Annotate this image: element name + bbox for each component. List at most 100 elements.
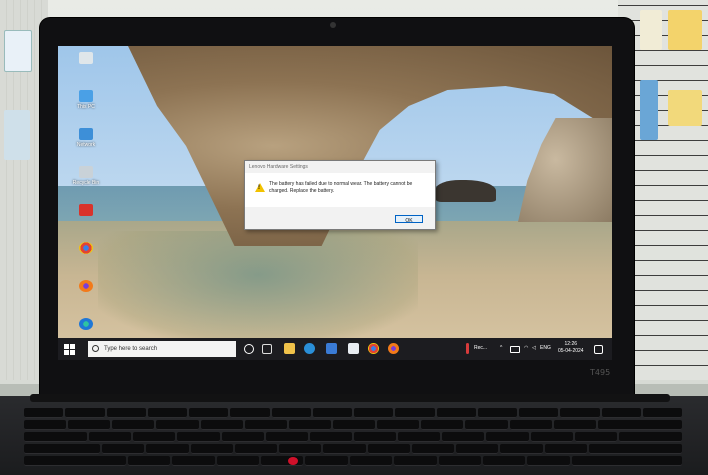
firefox-icon[interactable]	[388, 343, 399, 354]
key[interactable]	[146, 444, 189, 454]
desktop-icon-chrome[interactable]	[66, 242, 106, 276]
key[interactable]	[177, 432, 220, 442]
key[interactable]	[601, 408, 641, 418]
key[interactable]	[560, 408, 600, 418]
key[interactable]	[465, 420, 508, 430]
key[interactable]	[230, 408, 270, 418]
cortana-icon[interactable]	[244, 344, 254, 354]
search-box[interactable]: Type here to search	[88, 341, 236, 357]
key[interactable]	[354, 432, 397, 442]
key[interactable]	[147, 408, 187, 418]
desktop-icon-app[interactable]	[66, 204, 106, 238]
start-button[interactable]	[64, 344, 75, 355]
key[interactable]	[349, 456, 393, 466]
key[interactable]	[265, 432, 308, 442]
language-indicator[interactable]: ENG	[540, 345, 551, 351]
key[interactable]	[642, 408, 682, 418]
key[interactable]	[102, 444, 145, 454]
windows-logo-pane	[64, 350, 69, 355]
key[interactable]	[438, 456, 482, 466]
key[interactable]	[189, 408, 229, 418]
key[interactable]	[89, 432, 132, 442]
key[interactable]	[305, 456, 348, 466]
battery-icon[interactable]	[510, 346, 520, 353]
task-view-icon[interactable]	[262, 344, 272, 354]
key[interactable]	[279, 444, 322, 454]
key[interactable]	[394, 456, 437, 466]
key[interactable]	[367, 444, 410, 454]
key[interactable]	[544, 444, 587, 454]
chevron-up-icon[interactable]: ^	[500, 345, 502, 351]
key[interactable]	[106, 408, 146, 418]
key[interactable]	[519, 408, 559, 418]
trackpoint[interactable]	[288, 457, 298, 465]
key[interactable]	[571, 456, 683, 466]
key[interactable]	[172, 456, 215, 466]
wifi-icon[interactable]: ◠	[524, 345, 528, 351]
key[interactable]	[288, 420, 331, 430]
key[interactable]	[486, 432, 529, 442]
desktop-icon-this-pc[interactable]: This PC	[66, 90, 106, 124]
edge-icon[interactable]	[304, 343, 315, 354]
file-explorer-icon[interactable]	[284, 343, 295, 354]
key[interactable]	[200, 420, 243, 430]
key[interactable]	[398, 432, 441, 442]
key[interactable]	[442, 432, 485, 442]
key[interactable]	[133, 432, 176, 442]
key[interactable]	[156, 420, 199, 430]
key[interactable]	[112, 420, 155, 430]
key[interactable]	[244, 420, 287, 430]
mail-icon[interactable]	[348, 343, 359, 354]
key[interactable]	[421, 420, 464, 430]
key[interactable]	[24, 420, 67, 430]
webcam	[330, 22, 336, 28]
chrome-icon[interactable]	[368, 343, 379, 354]
key[interactable]	[395, 408, 435, 418]
key[interactable]	[24, 408, 64, 418]
key[interactable]	[597, 420, 683, 430]
key[interactable]	[456, 444, 499, 454]
temperature-icon[interactable]	[466, 343, 469, 354]
desktop-icon-recycle-bin[interactable]: Recycle Bin	[66, 166, 106, 200]
key[interactable]	[65, 408, 105, 418]
key[interactable]	[24, 444, 101, 454]
key[interactable]	[216, 456, 259, 466]
key[interactable]	[500, 444, 543, 454]
volume-icon[interactable]: ◁	[532, 345, 536, 351]
key[interactable]	[221, 432, 264, 442]
tray-weather-text[interactable]: Rec...	[474, 345, 487, 351]
key[interactable]	[354, 408, 394, 418]
notification-icon[interactable]	[594, 345, 603, 354]
clock[interactable]: 12:26 05-04-2024	[558, 341, 584, 355]
key[interactable]	[309, 432, 353, 442]
key[interactable]	[24, 456, 126, 466]
key[interactable]	[271, 408, 311, 418]
key[interactable]	[436, 408, 476, 418]
store-icon[interactable]	[326, 343, 337, 354]
key[interactable]	[483, 456, 526, 466]
key-row	[24, 444, 684, 454]
key[interactable]	[377, 420, 420, 430]
desktop-icon-firefox[interactable]	[66, 280, 106, 314]
key[interactable]	[509, 420, 552, 430]
key[interactable]	[527, 456, 570, 466]
key[interactable]	[323, 444, 366, 454]
chrome-icon	[79, 242, 93, 254]
key[interactable]	[312, 408, 352, 418]
key[interactable]	[574, 432, 617, 442]
desktop-icon-network[interactable]: Network	[66, 128, 106, 162]
key[interactable]	[411, 444, 455, 454]
desktop-icon-recycle[interactable]	[66, 52, 106, 86]
key[interactable]	[127, 456, 171, 466]
key[interactable]	[553, 420, 596, 430]
key[interactable]	[530, 432, 573, 442]
key[interactable]	[477, 408, 517, 418]
key[interactable]	[234, 444, 278, 454]
key[interactable]	[190, 444, 233, 454]
key[interactable]	[332, 420, 376, 430]
key[interactable]	[68, 420, 111, 430]
key[interactable]	[24, 432, 88, 442]
key[interactable]	[618, 432, 683, 442]
key[interactable]	[589, 444, 682, 454]
ok-button[interactable]: OK	[395, 215, 423, 224]
